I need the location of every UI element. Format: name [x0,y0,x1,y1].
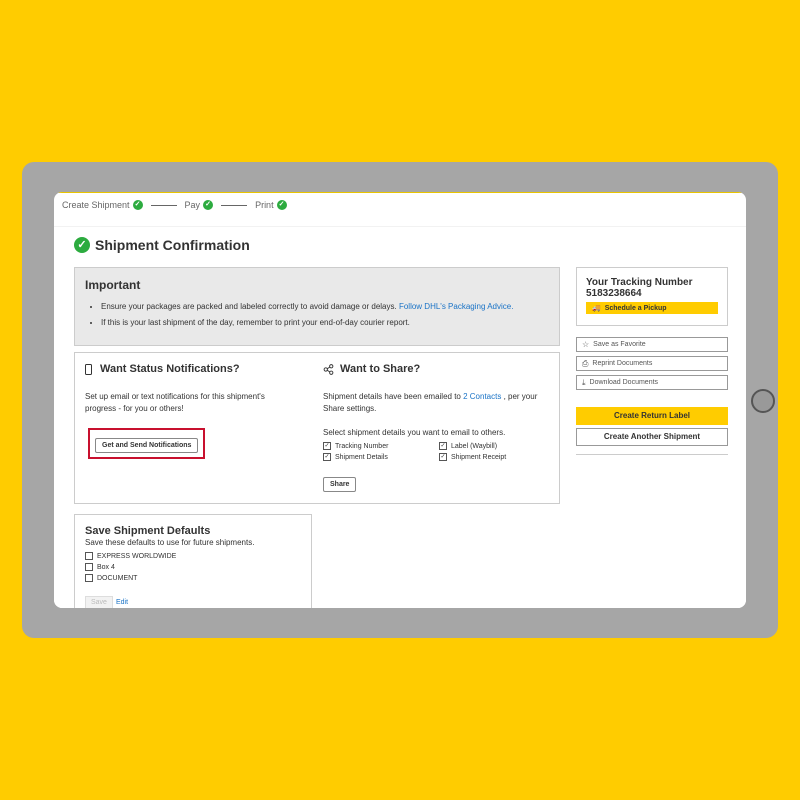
check-circle-icon: ✓ [74,237,90,253]
share-section: Want to Share? Shipment details have bee… [323,363,553,492]
share-emailed-prefix: Shipment details have been emailed to [323,392,464,401]
contacts-link[interactable]: 2 Contacts [463,392,501,401]
checkbox-checked-icon[interactable]: ✓ [439,453,447,461]
save-defaults-panel: Save Shipment Defaults Save these defaul… [74,514,312,608]
get-send-notifications-button[interactable]: Get and Send Notifications [95,438,199,453]
step-connector [221,204,248,206]
default-option-label: Box 4 [97,563,115,571]
important-item: Ensure your packages are packed and labe… [101,302,549,311]
save-favorite-button[interactable]: ☆ Save as Favorite [576,337,728,352]
share-option-shipment-receipt[interactable]: ✓ Shipment Receipt [439,453,549,461]
tracking-number: 5183238664 [586,288,642,299]
edit-defaults-link[interactable]: Edit [116,599,128,606]
reprint-documents-label: Reprint Documents [592,360,653,367]
default-option-document[interactable]: DOCUMENT [85,574,301,582]
tracking-panel: Your Tracking Number 5183238664 🚚 Schedu… [576,267,728,326]
important-title: Important [85,278,141,292]
share-button[interactable]: Share [323,477,357,492]
notifications-share-panel: Want Status Notifications? Set up email … [74,352,560,504]
reprint-documents-button[interactable]: ⎙ Reprint Documents [576,356,728,371]
share-option-label: Tracking Number [335,442,389,450]
notifications-description: Set up email or text notifications for t… [85,392,265,413]
truck-icon: 🚚 [592,305,601,312]
download-icon: ⤓ [582,377,586,387]
download-documents-button[interactable]: ⤓ Download Documents [576,375,728,390]
default-option-label: EXPRESS WORLDWIDE [97,552,177,560]
save-defaults-button[interactable]: Save [85,596,113,608]
page-title: ✓ Shipment Confirmation [74,237,250,253]
share-option-label: Label (Waybill) [451,442,498,450]
step-label: Pay [184,200,201,210]
create-another-shipment-button[interactable]: Create Another Shipment [576,428,728,446]
step-label: Print [255,200,274,210]
share-title: Want to Share? [340,363,421,375]
important-text: If this is your last shipment of the day… [101,318,410,327]
check-circle-icon: ✓ [276,200,287,210]
share-icon [323,363,334,375]
step-create-shipment[interactable]: Create Shipment ✓ [62,200,143,210]
main-content: ✓ Shipment Confirmation Important Ensure… [54,226,746,608]
screen-top-border [54,192,746,193]
defaults-description: Save these defaults to use for future sh… [85,538,255,547]
checkbox-checked-icon[interactable]: ✓ [323,453,331,461]
save-favorite-label: Save as Favorite [593,341,646,348]
important-list: Ensure your packages are packed and labe… [85,302,549,327]
star-icon: ☆ [582,340,590,349]
checkbox-checked-icon[interactable]: ✓ [323,442,331,450]
printer-icon: ⎙ [582,358,589,368]
phone-icon [85,363,92,375]
tablet-home-button[interactable] [751,389,775,413]
schedule-pickup-label: Schedule a Pickup [604,304,667,312]
page-title-text: Shipment Confirmation [95,237,250,253]
important-text: Ensure your packages are packed and labe… [101,302,399,311]
download-documents-label: Download Documents [589,379,659,386]
tablet-screen: Create Shipment ✓ Pay ✓ Print ✓ ✓ Shipme… [54,192,746,608]
share-options: ✓ Tracking Number ✓ Label (Waybill) ✓ Shipm… [323,442,553,461]
checkbox-icon[interactable] [85,552,93,560]
sidebar-divider [576,454,728,455]
important-panel: Important Ensure your packages are packe… [74,267,560,346]
notifications-heading: Want Status Notifications? [85,363,295,375]
tracking-label: Your Tracking Number [586,277,693,288]
checkbox-icon[interactable] [85,574,93,582]
default-option-box[interactable]: Box 4 [85,563,301,571]
check-circle-icon: ✓ [203,200,214,210]
packaging-advice-link[interactable]: Follow DHL's Packaging Advice. [399,302,513,311]
share-emailed-text: Shipment details have been emailed to 2 … [323,391,553,415]
step-print[interactable]: Print ✓ [255,200,287,210]
checkbox-checked-icon[interactable]: ✓ [439,442,447,450]
default-option-label: DOCUMENT [97,574,138,582]
share-option-tracking-number[interactable]: ✓ Tracking Number [323,442,439,450]
share-select-text: Select shipment details you want to emai… [323,428,506,437]
share-option-shipment-details[interactable]: ✓ Shipment Details [323,453,439,461]
progress-steps: Create Shipment ✓ Pay ✓ Print ✓ [62,200,287,210]
checkbox-icon[interactable] [85,563,93,571]
step-connector [150,204,177,206]
step-pay[interactable]: Pay ✓ [185,200,214,210]
share-option-label-waybill[interactable]: ✓ Label (Waybill) [439,442,549,450]
important-item: If this is your last shipment of the day… [101,318,549,327]
notifications-title: Want Status Notifications? [100,363,240,375]
share-heading: Want to Share? [323,363,553,375]
step-label: Create Shipment [62,200,130,210]
create-return-label-button[interactable]: Create Return Label [576,407,728,425]
share-option-label: Shipment Details [335,453,388,461]
defaults-title: Save Shipment Defaults [85,525,211,537]
notifications-section: Want Status Notifications? Set up email … [85,363,295,459]
defaults-actions: Save Edit [85,596,301,608]
check-circle-icon: ✓ [132,200,143,210]
notifications-highlight: Get and Send Notifications [88,428,206,459]
default-option-service[interactable]: EXPRESS WORLDWIDE [85,552,301,560]
schedule-pickup-button[interactable]: 🚚 Schedule a Pickup [586,302,718,314]
share-option-label: Shipment Receipt [451,453,507,461]
